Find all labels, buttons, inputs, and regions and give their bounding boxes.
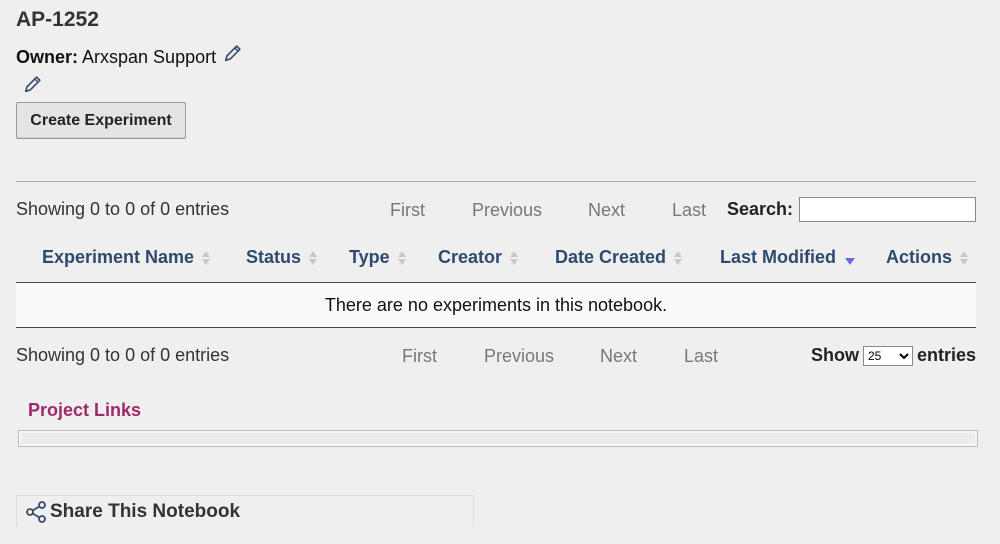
project-links-box (18, 430, 978, 447)
owner-row: Owner: Arxspan Support (16, 44, 244, 68)
sort-icon (510, 250, 519, 265)
edit-description-pencil-icon[interactable] (22, 73, 44, 95)
sort-icon (674, 250, 683, 265)
pagination-first[interactable]: First (390, 200, 425, 221)
column-header-status[interactable]: Status (246, 247, 318, 268)
empty-message: There are no experiments in this noteboo… (324, 294, 668, 315)
sort-icon (397, 250, 406, 265)
column-label: Last Modified (720, 247, 836, 267)
owner-label: Owner: (16, 47, 79, 67)
column-label: Date Created (555, 247, 667, 267)
column-header-creator[interactable]: Creator (438, 247, 519, 268)
column-header-last-modified[interactable]: Last Modified (720, 247, 855, 268)
pagination-next[interactable]: Next (588, 200, 625, 221)
sort-icon (309, 250, 318, 265)
table-header: Experiment Name Status Type Creator Date… (16, 238, 976, 283)
column-label: Actions (886, 247, 953, 267)
divider (16, 181, 976, 182)
show-label: Show (811, 345, 859, 365)
column-label: Experiment Name (42, 247, 195, 267)
edit-owner-pencil-icon[interactable] (222, 42, 244, 64)
sort-icon (202, 250, 211, 265)
project-links-title[interactable]: Project Links (28, 400, 141, 421)
empty-table-row: There are no experiments in this noteboo… (16, 283, 976, 328)
pagination-first[interactable]: First (402, 346, 437, 367)
column-label: Status (246, 247, 302, 267)
share-icon (26, 501, 46, 523)
share-label: Share This Notebook (50, 501, 241, 522)
search-label: Search: (727, 199, 794, 219)
sort-descending-icon (845, 258, 855, 265)
page-size-control: Show 25 entries (811, 345, 976, 366)
create-experiment-button[interactable]: Create Experiment (16, 102, 186, 139)
column-header-actions[interactable]: Actions (886, 247, 969, 268)
pagination-last[interactable]: Last (684, 346, 718, 367)
owner-name: Arxspan Support (82, 47, 217, 67)
search-input[interactable] (799, 197, 976, 222)
share-notebook-link[interactable]: Share This Notebook (24, 500, 240, 524)
pagination-next[interactable]: Next (600, 346, 637, 367)
page-size-select[interactable]: 25 (863, 345, 913, 366)
column-label: Type (349, 247, 390, 267)
pagination-previous[interactable]: Previous (472, 200, 542, 221)
column-header-date-created[interactable]: Date Created (555, 247, 683, 268)
notebook-title: AP-1252 (16, 8, 99, 31)
pagination-last[interactable]: Last (672, 200, 706, 221)
entries-label: entries (917, 345, 977, 365)
pagination-previous[interactable]: Previous (484, 346, 554, 367)
sort-icon (960, 250, 969, 265)
column-header-type[interactable]: Type (349, 247, 406, 268)
column-header-experiment-name[interactable]: Experiment Name (42, 247, 211, 268)
column-label: Creator (438, 247, 503, 267)
